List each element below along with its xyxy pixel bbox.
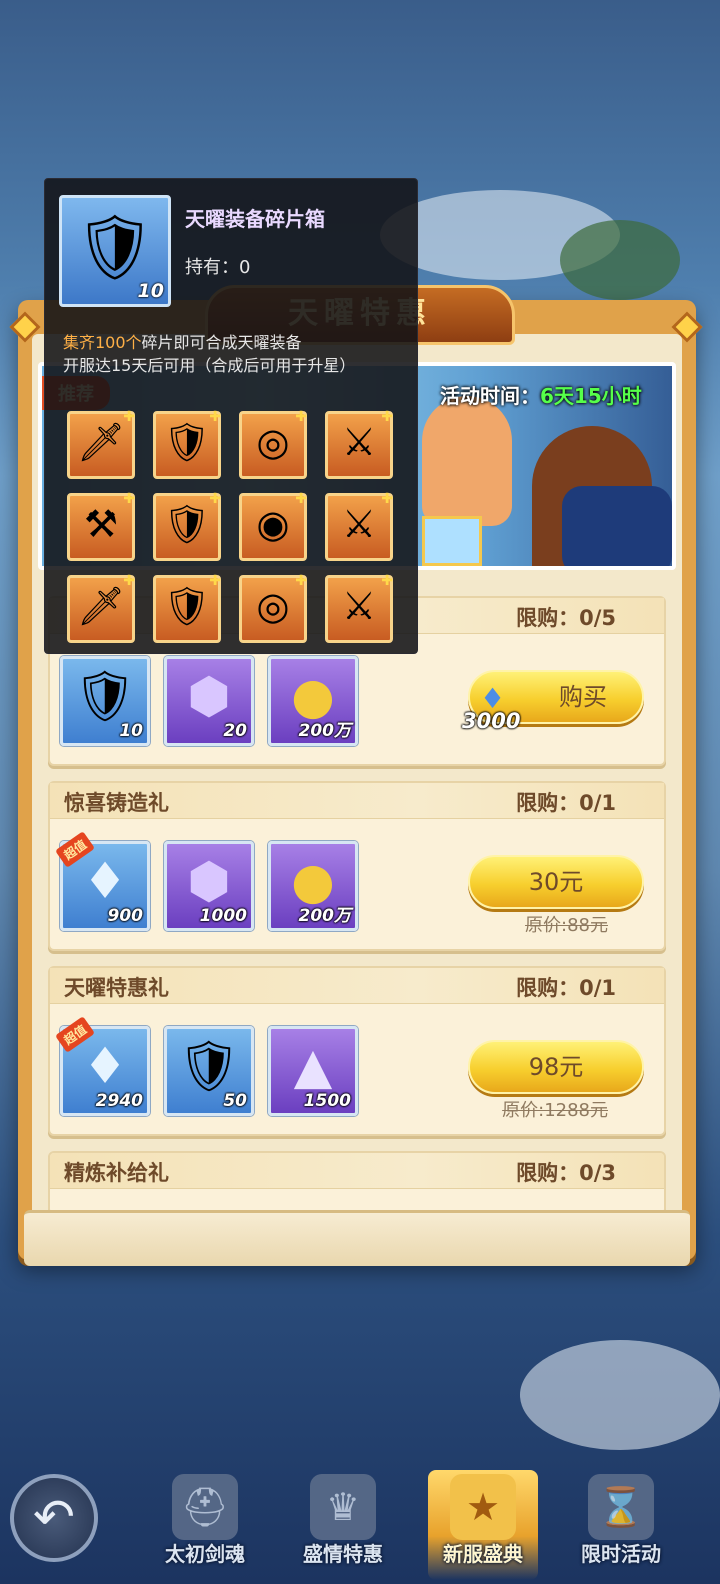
nav-label: 限时活动 xyxy=(581,1542,661,1566)
offer-card-header: 精炼补给礼 限购：0/3 xyxy=(50,1153,664,1189)
leggings-fragment-icon[interactable]: ⚔ ✚ xyxy=(325,573,393,643)
crown-icon: ♛ xyxy=(310,1474,376,1540)
reward-item[interactable]: ⬢ 20 xyxy=(164,656,254,746)
timer-label: 活动时间： xyxy=(440,384,540,408)
background-tree xyxy=(560,220,680,300)
panel-bottom-frame xyxy=(24,1210,690,1266)
sword-fragment-icon[interactable]: 🗡 ✚ xyxy=(67,409,135,479)
tooltip-item-count: 10 xyxy=(137,280,164,302)
offer-card-header: 天曜特惠礼 限购：0/1 xyxy=(50,968,664,1004)
reward-item[interactable]: ● 200万 xyxy=(268,841,358,931)
gift-box-icon xyxy=(422,516,482,566)
nav-item-xianshi-huodong[interactable]: ⌛ 限时活动 xyxy=(566,1470,676,1580)
hourglass-icon: ⌛ xyxy=(588,1474,654,1540)
armor-shard-box-icon: 🛡 xyxy=(74,211,156,285)
reward-item[interactable]: 🛡 10 xyxy=(60,656,150,746)
item-count: 200万 xyxy=(298,721,352,741)
armor-shard-box-icon: 🛡 xyxy=(177,1037,241,1095)
nav-item-xinfu-shengdian[interactable]: ★ 新服盛典 xyxy=(428,1470,538,1580)
diamond-price-value: 3000 xyxy=(462,709,521,733)
nav-label: 盛情特惠 xyxy=(303,1542,383,1566)
offer-title: 惊喜铸造礼 xyxy=(64,791,169,815)
blade-fragment-icon[interactable]: 🗡 ✚ xyxy=(67,573,135,643)
buy-button[interactable]: ♦ 3000 购买 xyxy=(462,670,644,733)
back-arrow-icon: ↶ xyxy=(33,1488,75,1546)
reward-item[interactable]: ♦ 超值 2940 xyxy=(55,1016,150,1116)
diamond-price: ♦ 3000 xyxy=(462,674,532,733)
crystal-shard-icon: ▲ xyxy=(293,1037,333,1095)
armor-shard-box-icon: 🛡 xyxy=(73,667,137,725)
buy-button[interactable]: 30元 xyxy=(468,855,644,909)
greaves-fragment-icon[interactable]: ⚔ ✚ xyxy=(325,491,393,561)
offer-card: 天曜特惠礼 限购：0/1 ♦ 超值 2940 🛡 50 ▲ 1500 98元 原… xyxy=(48,966,666,1136)
helmet-icon: ⛑ xyxy=(172,1474,238,1540)
ring-fragment-icon[interactable]: ◎ ✚ xyxy=(239,409,307,479)
tooltip-title: 天曜装备碎片箱 xyxy=(185,207,325,231)
purchase-limit: 限购：0/1 xyxy=(516,791,616,815)
tooltip-desc-line2: 开服达15天后可用（合成后可用于升星） xyxy=(63,356,356,375)
nav-item-shengqing-tehui[interactable]: ♛ 盛情特惠 xyxy=(288,1470,398,1580)
purchase-limit: 限购：0/5 xyxy=(516,606,616,630)
nav-label: 新服盛典 xyxy=(443,1542,523,1566)
item-count: 1000 xyxy=(199,906,247,926)
event-timer: 活动时间：6天15小时 xyxy=(440,380,642,409)
tooltip-desc-text: 碎片即可合成天曜装备 xyxy=(141,333,302,352)
original-price: 原价:1288元 xyxy=(502,1100,608,1121)
item-count: 50 xyxy=(223,1091,247,1111)
axe-fragment-icon[interactable]: ⚒ ✚ xyxy=(67,491,135,561)
item-count: 900 xyxy=(107,906,144,926)
reward-item[interactable]: ▲ 1500 xyxy=(268,1026,358,1116)
tooltip-description: 集齐100个碎片即可合成天曜装备 开服达15天后可用（合成后可用于升星） xyxy=(63,331,403,377)
item-count: 10 xyxy=(119,721,143,741)
hero-character xyxy=(562,486,672,566)
original-price: 原价:88元 xyxy=(525,915,608,936)
tooltip-item-icon: 🛡 10 xyxy=(59,195,171,307)
reward-item[interactable]: ♦ 超值 900 xyxy=(55,831,150,931)
gem-ring-fragment-icon[interactable]: ◎ ✚ xyxy=(239,573,307,643)
purple-gem-icon: ⬢ xyxy=(187,852,231,910)
reward-item[interactable]: ● 200万 xyxy=(268,656,358,746)
purple-gem-icon: ⬢ xyxy=(187,667,231,725)
reward-item[interactable]: 🛡 50 xyxy=(164,1026,254,1116)
star-trophy-icon: ★ xyxy=(450,1474,516,1540)
item-count: 2940 xyxy=(95,1091,143,1111)
purchase-limit: 限购：0/1 xyxy=(516,976,616,1000)
amulet-fragment-icon[interactable]: ◉ ✚ xyxy=(239,491,307,561)
armor-fragment-icon[interactable]: 🛡 ✚ xyxy=(153,409,221,479)
nav-item-taichu-jianhun[interactable]: ⛑ 太初剑魂 xyxy=(150,1470,260,1580)
nav-label: 太初剑魂 xyxy=(165,1542,245,1566)
buy-button[interactable]: 98元 xyxy=(468,1040,644,1094)
buy-button-label: 购买 xyxy=(559,683,607,711)
chestplate-fragment-icon[interactable]: 🛡 ✚ xyxy=(153,491,221,561)
offer-title: 天曜特惠礼 xyxy=(64,976,169,1000)
offer-card: 惊喜铸造礼 限购：0/1 ♦ 超值 900 ⬢ 1000 ● 200万 30元 … xyxy=(48,781,666,951)
timer-value: 6天15小时 xyxy=(540,384,642,408)
purchase-limit: 限购：0/3 xyxy=(516,1161,616,1185)
tooltip-desc-highlight: 集齐100个 xyxy=(63,333,142,352)
item-count: 20 xyxy=(223,721,247,741)
item-count: 1500 xyxy=(303,1091,351,1111)
background-cloud xyxy=(520,1340,720,1450)
cuirass-fragment-icon[interactable]: 🛡 ✚ xyxy=(153,573,221,643)
hero-character xyxy=(422,396,512,526)
offer-card-header: 惊喜铸造礼 限购：0/1 xyxy=(50,783,664,819)
offer-title: 精炼补给礼 xyxy=(64,1161,169,1185)
back-button[interactable]: ↶ xyxy=(10,1474,98,1562)
boots-fragment-icon[interactable]: ⚔ ✚ xyxy=(325,409,393,479)
reward-item[interactable]: ⬢ 1000 xyxy=(164,841,254,931)
offer-card: 精炼补给礼 限购：0/3 xyxy=(48,1151,666,1215)
tooltip-owned: 持有：0 xyxy=(185,257,251,278)
item-count: 200万 xyxy=(298,906,352,926)
item-tooltip: 🛡 10 天曜装备碎片箱 持有：0 集齐100个碎片即可合成天曜装备 开服达15… xyxy=(44,178,418,654)
